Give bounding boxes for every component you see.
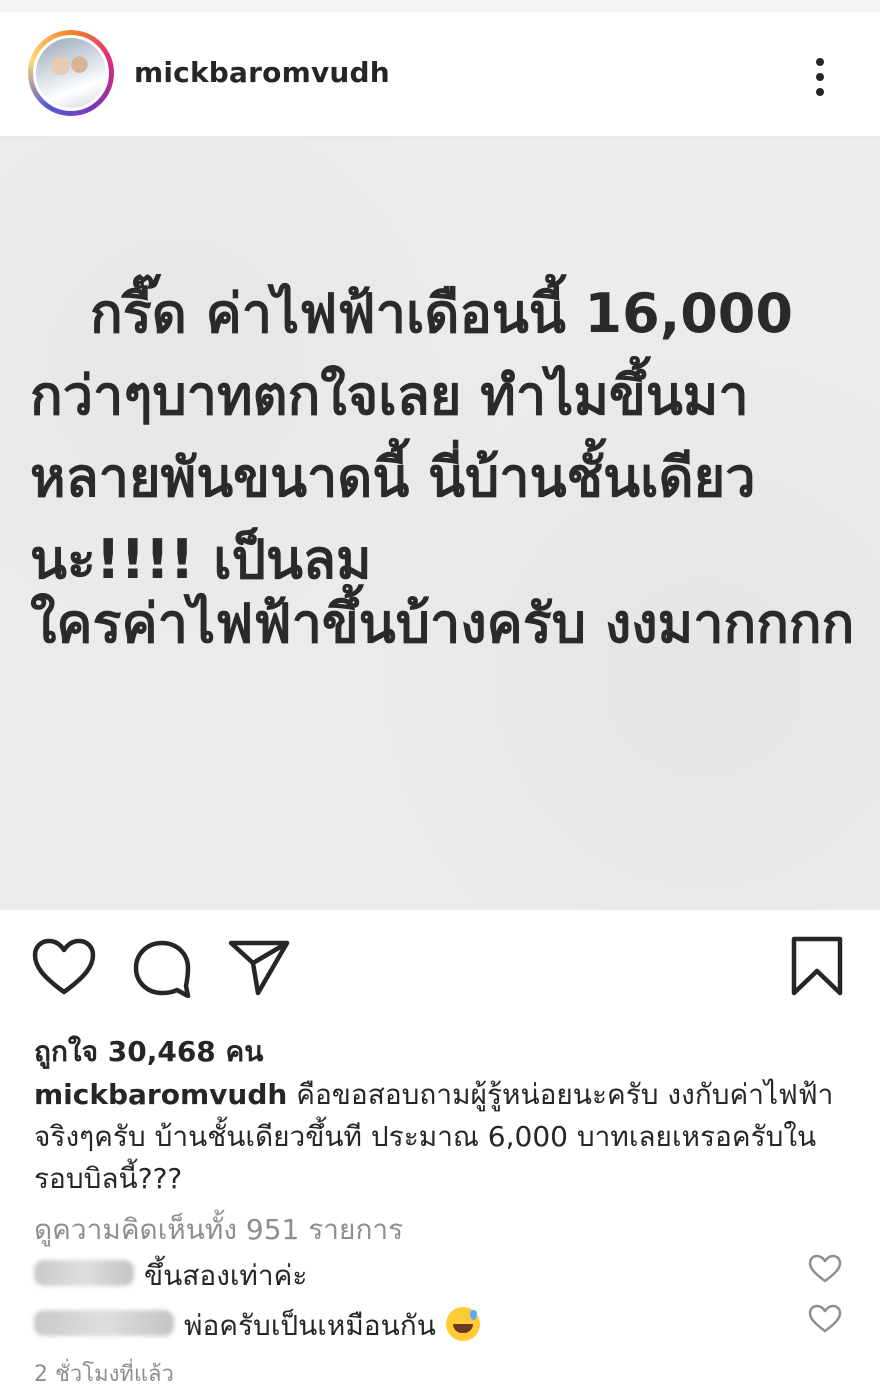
grinning-sweat-emoji-icon [445,1307,480,1341]
comment-text-wrap: พ่อครับเป็นเหมือนกัน [184,1304,480,1348]
post-actions [0,930,880,1010]
bookmark-icon[interactable] [790,936,844,996]
post-timestamp: 2 ชั่วโมงที่แล้ว [34,1362,174,1387]
comment-item: ขึ้นสองเท่าค่ะ [34,1254,834,1294]
comment-username-redacted[interactable] [34,1310,174,1336]
image-text-line: ใครค่าไฟฟ้าขึ้นบ้างครับ งงมากกกก [30,592,855,655]
heart-icon[interactable] [32,938,96,996]
story-ring[interactable] [28,30,114,116]
comment-text: พ่อครับเป็นเหมือนกัน [184,1309,436,1342]
comment-text: ขึ้นสองเท่าค่ะ [144,1259,308,1292]
likes-count[interactable]: ถูกใจ 30,468 คน [34,1030,263,1074]
post-username[interactable]: mickbaromvudh [134,56,390,89]
image-text-line: นะ!!!! เป็นลม [30,528,372,591]
post-caption: mickbaromvudh คือขอสอบถามผู้รู้หน่อยนะคร… [34,1074,854,1200]
comment-bubble-icon[interactable] [132,938,192,998]
comment-username-redacted[interactable] [34,1260,134,1286]
image-text-line: หลายพันขนาดนี้ นี่บ้านชั้นเดียว [30,446,756,509]
view-all-comments-link[interactable]: ดูความคิดเห็นทั้ง 951 รายการ [34,1208,403,1252]
comment-like-heart-icon[interactable] [808,1304,842,1334]
caption-username[interactable]: mickbaromvudh [34,1078,287,1111]
post-header: mickbaromvudh [0,12,880,137]
comment-item: พ่อครับเป็นเหมือนกัน [34,1304,834,1344]
image-text-line: กว่าๆบาทตกใจเลย ทำไมขึ้นมา [30,364,749,427]
image-text-line: กรี๊ด ค่าไฟฟ้าเดือนนี้ 16,000 [90,282,793,345]
post-image[interactable]: กรี๊ด ค่าไฟฟ้าเดือนนี้ 16,000 กว่าๆบาทตก… [0,137,880,910]
send-paper-plane-icon[interactable] [228,938,290,996]
more-vertical-icon[interactable] [808,52,832,102]
comment-like-heart-icon[interactable] [808,1254,842,1284]
avatar[interactable] [33,35,109,111]
